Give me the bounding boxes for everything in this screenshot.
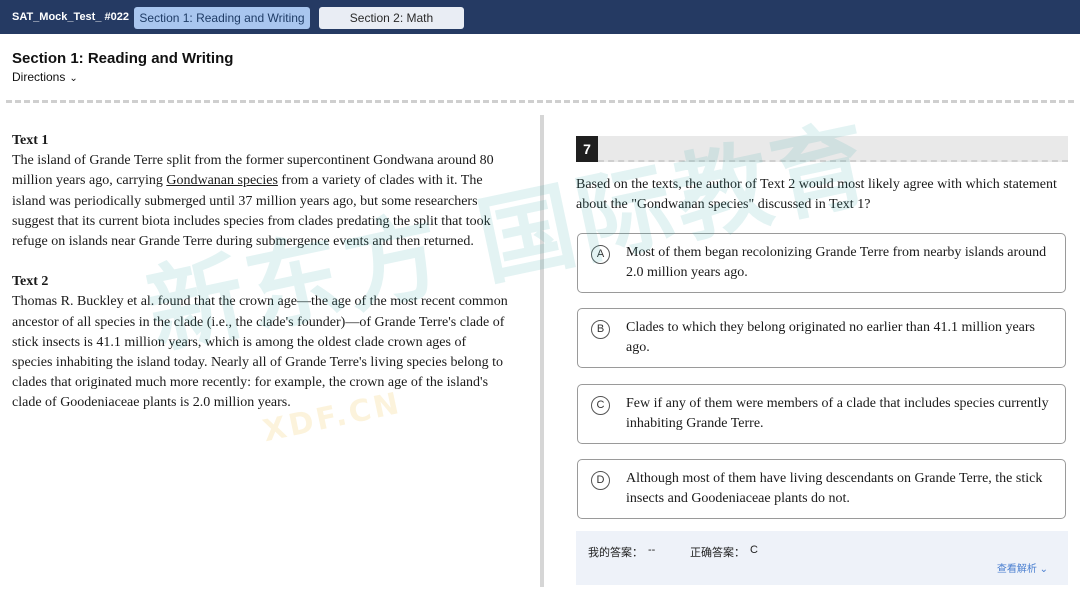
view-explanation-link[interactable]: 查看解析 ⌄: [997, 560, 1048, 575]
chevron-down-icon: ⌄: [1039, 564, 1048, 575]
panel-divider-handle[interactable]: [540, 115, 544, 587]
answer-choice-d[interactable]: D Although most of them have living desc…: [577, 459, 1066, 519]
directions-toggle[interactable]: Directions ⌄: [12, 70, 78, 84]
question-header-bar: [598, 136, 1068, 162]
answer-panel: 我的答案： -- 正确答案： C 查看解析 ⌄: [576, 531, 1068, 585]
directions-label: Directions: [12, 70, 66, 84]
tab-section-1-reading-writing[interactable]: Section 1: Reading and Writing: [134, 7, 310, 29]
my-answer-value: --: [648, 544, 656, 556]
tab-section-2-math[interactable]: Section 2: Math: [319, 7, 464, 29]
choice-letter-d: D: [591, 471, 610, 490]
test-name: SAT_Mock_Test_ #022: [12, 11, 129, 23]
choice-letter-c: C: [591, 396, 610, 415]
underlined-phrase: Gondwanan species: [166, 173, 278, 189]
choice-text-a: Most of them began recolonizing Grande T…: [626, 245, 1047, 281]
chevron-down-icon: ⌄: [69, 73, 78, 84]
text-2-title: Text 2: [12, 274, 49, 290]
correct-answer-value: C: [750, 544, 758, 556]
choice-letter-a: A: [591, 245, 610, 264]
choice-text-b: Clades to which they belong originated n…: [626, 320, 1036, 356]
question-stem: Based on the texts, the author of Text 2…: [576, 177, 1057, 213]
header-divider: [6, 100, 1074, 103]
question-number: 7: [576, 136, 598, 162]
text-1-body: The island of Grande Terre split from th…: [12, 153, 494, 250]
answer-choice-c[interactable]: C Few if any of them were members of a c…: [577, 384, 1066, 444]
text-1-title: Text 1: [12, 133, 49, 148]
top-navigation-bar: SAT_Mock_Test_ #022 Section 1: Reading a…: [0, 0, 1080, 34]
my-answer-label: 我的答案：: [588, 547, 643, 559]
text-2-body: Thomas R. Buckley et al. found that the …: [12, 294, 508, 411]
answer-choice-a[interactable]: A Most of them began recolonizing Grande…: [577, 233, 1066, 293]
correct-answer-label: 正确答案：: [690, 547, 745, 559]
choice-text-d: Although most of them have living descen…: [626, 471, 1043, 507]
section-title: Section 1: Reading and Writing: [12, 50, 234, 67]
passage-panel: Text 1 The island of Grande Terre split …: [12, 131, 510, 414]
choice-text-c: Few if any of them were members of a cla…: [626, 396, 1049, 432]
answer-choice-b[interactable]: B Clades to which they belong originated…: [577, 308, 1066, 368]
choice-letter-b: B: [591, 320, 610, 339]
